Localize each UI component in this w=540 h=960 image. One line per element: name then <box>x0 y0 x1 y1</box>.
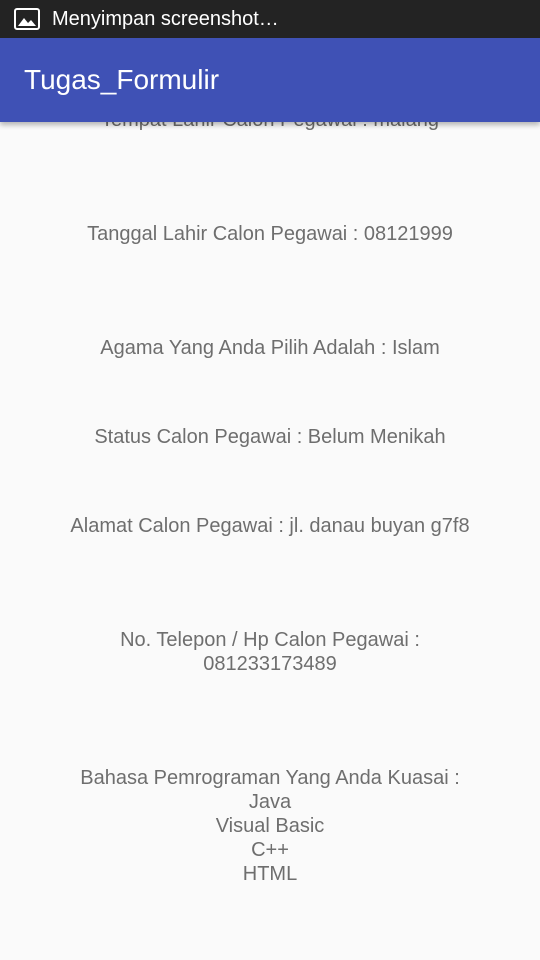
alamat-text: Alamat Calon Pegawai : jl. danau buyan g… <box>70 515 470 537</box>
app-bar: Tugas_Formulir <box>0 38 540 122</box>
agama-text: Agama Yang Anda Pilih Adalah : Islam <box>100 337 440 359</box>
notification-text: Menyimpan screenshot… <box>52 7 279 30</box>
status-text: Status Calon Pegawai : Belum Menikah <box>94 426 446 448</box>
image-icon <box>14 8 40 30</box>
tempat-lahir-text: Tempat Lahir Calon Pegawai : malang <box>0 122 540 132</box>
status-bar: Menyimpan screenshot… <box>0 0 540 38</box>
bahasa-label: Bahasa Pemrograman Yang Anda Kuasai : <box>80 767 460 789</box>
bahasa-item: Java <box>248 791 292 813</box>
telepon-label: No. Telepon / Hp Calon Pegawai : <box>120 629 420 651</box>
bahasa-item: C++ <box>251 839 289 861</box>
telepon-block: No. Telepon / Hp Calon Pegawai : 0812331… <box>0 628 540 676</box>
app-title: Tugas_Formulir <box>24 64 220 95</box>
bahasa-item: HTML <box>242 863 298 885</box>
bahasa-block: Bahasa Pemrograman Yang Anda Kuasai : Ja… <box>0 766 540 886</box>
tanggal-lahir-text: Tanggal Lahir Calon Pegawai : 08121999 <box>87 223 453 245</box>
form-summary[interactable]: Tempat Lahir Calon Pegawai : malang Tang… <box>0 122 540 960</box>
telepon-value: 081233173489 <box>203 653 337 675</box>
bahasa-item: Visual Basic <box>215 815 325 837</box>
